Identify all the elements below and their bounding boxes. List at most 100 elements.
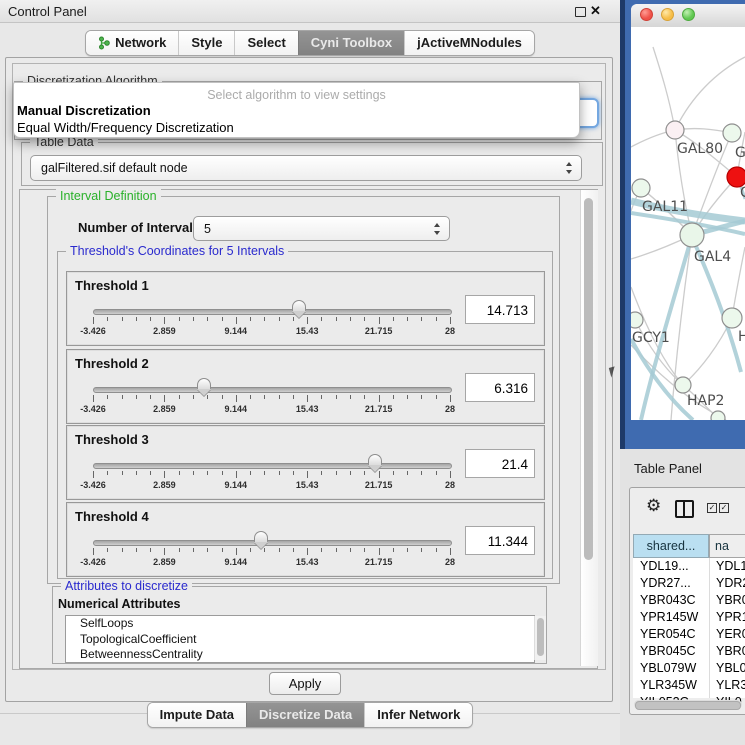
tab-discretize-data[interactable]: Discretize Data	[246, 703, 364, 727]
tab-label: Network	[115, 31, 166, 55]
table-panel: Table Panel ⚙ ✓ ✓ shared... na YDL19...Y…	[620, 449, 745, 745]
network-canvas[interactable]: GAL80G.CGAL11GAL4GCY1HHAP2	[631, 27, 745, 420]
algorithm-dropdown-popup: Select algorithm to view settings Manual…	[13, 82, 580, 138]
spinner-icon	[566, 162, 573, 174]
table-row[interactable]: YDR27... YDR2	[633, 575, 745, 592]
slider-track[interactable]	[93, 309, 452, 315]
close-icon[interactable]: ✕	[590, 3, 601, 19]
network-node[interactable]	[631, 312, 643, 328]
tab-select[interactable]: Select	[234, 31, 297, 55]
cell-shared-name: YBL079W	[640, 660, 696, 677]
table-row[interactable]: YER054CYER0	[633, 626, 745, 643]
network-view-panel: GAL80G.CGAL11GAL4GCY1HHAP2	[620, 0, 745, 449]
close-traffic-light[interactable]	[640, 8, 653, 21]
slider-thumb[interactable]	[368, 454, 382, 472]
cell-name: YLR3	[716, 677, 745, 694]
network-node[interactable]	[722, 308, 742, 328]
network-window-titlebar[interactable]	[631, 4, 745, 28]
network-node[interactable]	[711, 411, 725, 420]
tab-network[interactable]: Network	[86, 31, 178, 55]
gear-icon[interactable]: ⚙	[646, 496, 661, 516]
dropdown-option[interactable]: Equal Width/Frequency Discretization	[17, 120, 234, 136]
network-node[interactable]	[632, 179, 650, 197]
table-data-combobox[interactable]: galFiltered.sif default node	[30, 155, 582, 181]
network-node[interactable]	[680, 223, 704, 247]
threshold-panel: Threshold 3-3.4262.8599.14415.4321.71528…	[66, 425, 545, 500]
table-row[interactable]: YBL079WYBL0	[633, 660, 745, 677]
tab-infer-network[interactable]: Infer Network	[364, 703, 472, 727]
bottom-tabbar: Impute DataDiscretize DataInfer Network	[0, 702, 620, 728]
tab-label: Cyni Toolbox	[311, 31, 392, 55]
network-icon	[98, 36, 110, 50]
numerical-attributes-header: Numerical Attributes	[58, 597, 180, 611]
slider-thumb[interactable]	[197, 378, 211, 396]
network-edge	[683, 318, 732, 385]
top-tabbar: Network StyleSelect Cyni Toolbox jActiveMNo…	[0, 30, 620, 56]
network-node[interactable]	[666, 121, 684, 139]
cell-name: YBR0	[716, 643, 745, 660]
table-row[interactable]: YBR043CYBR0	[633, 592, 745, 609]
interval-definition-group: Interval Definition Number of Intervals …	[47, 196, 560, 584]
slider-tick-labels: -3.4262.8599.14415.4321.71528	[93, 404, 450, 416]
zoom-traffic-light[interactable]	[682, 8, 695, 21]
settings-scrollbar[interactable]	[580, 190, 598, 666]
node-label: GAL11	[642, 199, 688, 215]
slider-track[interactable]	[93, 387, 452, 393]
threshold-value-field[interactable]: 6.316	[465, 373, 535, 402]
column-header-shared-name[interactable]: shared...	[633, 534, 709, 558]
checkbox-icon[interactable]: ✓	[707, 503, 717, 513]
table-row[interactable]: YPR145WYPR1	[633, 609, 745, 626]
cell-name: YPR1	[716, 609, 745, 626]
slider-ticks	[93, 471, 450, 480]
cyni-toolbox-panel: Discretization Algorithm Table Data galF…	[5, 57, 613, 702]
slider-ticks	[93, 395, 450, 404]
float-window-icon[interactable]	[575, 7, 586, 17]
threshold-value-field[interactable]: 21.4	[465, 449, 535, 478]
tab-cyni-toolbox[interactable]: Cyni Toolbox	[298, 31, 404, 55]
apply-button[interactable]: Apply	[269, 672, 341, 695]
attribute-item[interactable]: BetweennessCentrality	[66, 647, 534, 663]
table-hscrollbar[interactable]	[634, 700, 742, 709]
dropdown-option[interactable]: Manual Discretization	[17, 103, 151, 119]
table-row[interactable]: YBR045CYBR0	[633, 643, 745, 660]
cell-shared-name: YDR27...	[640, 575, 691, 592]
slider-track[interactable]	[93, 463, 452, 469]
threshold-panel: Threshold 1-3.4262.8599.14415.4321.71528…	[66, 271, 545, 346]
slider-track[interactable]	[93, 540, 452, 546]
attributes-list-scrollbar[interactable]	[534, 616, 546, 660]
group-title: Attributes to discretize	[61, 579, 192, 593]
network-node[interactable]	[723, 124, 741, 142]
slider-thumb[interactable]	[292, 300, 306, 318]
cell-name: YBR0	[716, 592, 745, 609]
tab-jactivemnodules[interactable]: jActiveMNodules	[404, 31, 534, 55]
tab-impute-data[interactable]: Impute Data	[148, 703, 246, 727]
attribute-item[interactable]: TopologicalCoefficient	[66, 632, 534, 648]
node-label: GAL80	[677, 141, 723, 157]
cell-shared-name: YER054C	[640, 626, 696, 643]
threshold-value-field[interactable]: 11.344	[465, 526, 535, 555]
network-node[interactable]	[675, 377, 691, 393]
split-columns-icon[interactable]	[675, 500, 694, 518]
number-of-intervals-combobox[interactable]: 5	[193, 216, 450, 241]
checkbox-icon[interactable]: ✓	[719, 503, 729, 513]
attribute-item[interactable]: SelfLoops	[66, 616, 534, 632]
minimize-traffic-light[interactable]	[661, 8, 674, 21]
network-graph[interactable]: GAL80G.CGAL11GAL4GCY1HHAP2	[631, 27, 745, 420]
tab-style[interactable]: Style	[178, 31, 234, 55]
table-row[interactable]: YLR345WYLR3	[633, 677, 745, 694]
cell-name: YDR2	[716, 575, 745, 592]
network-node[interactable]	[727, 167, 745, 187]
scrollbar-thumb[interactable]	[584, 198, 593, 560]
scrollbar-thumb[interactable]	[635, 701, 741, 710]
attributes-list[interactable]: SelfLoopsTopologicalCoefficientBetweenne…	[65, 615, 535, 663]
table-row[interactable]: YDL19...YDL1	[633, 558, 745, 575]
column-header-name[interactable]: na	[709, 534, 745, 558]
threshold-value-field[interactable]: 14.713	[465, 295, 535, 324]
network-window: GAL80G.CGAL11GAL4GCY1HHAP2	[631, 4, 745, 420]
dropdown-prompt: Select algorithm to view settings	[14, 88, 579, 102]
threshold-label: Threshold 1	[75, 278, 149, 293]
spinner-icon	[434, 223, 441, 235]
scrollbar-thumb[interactable]	[537, 618, 544, 656]
slider-thumb[interactable]	[254, 531, 268, 549]
settings-scrollpane: Interval Definition Number of Intervals …	[19, 189, 598, 669]
